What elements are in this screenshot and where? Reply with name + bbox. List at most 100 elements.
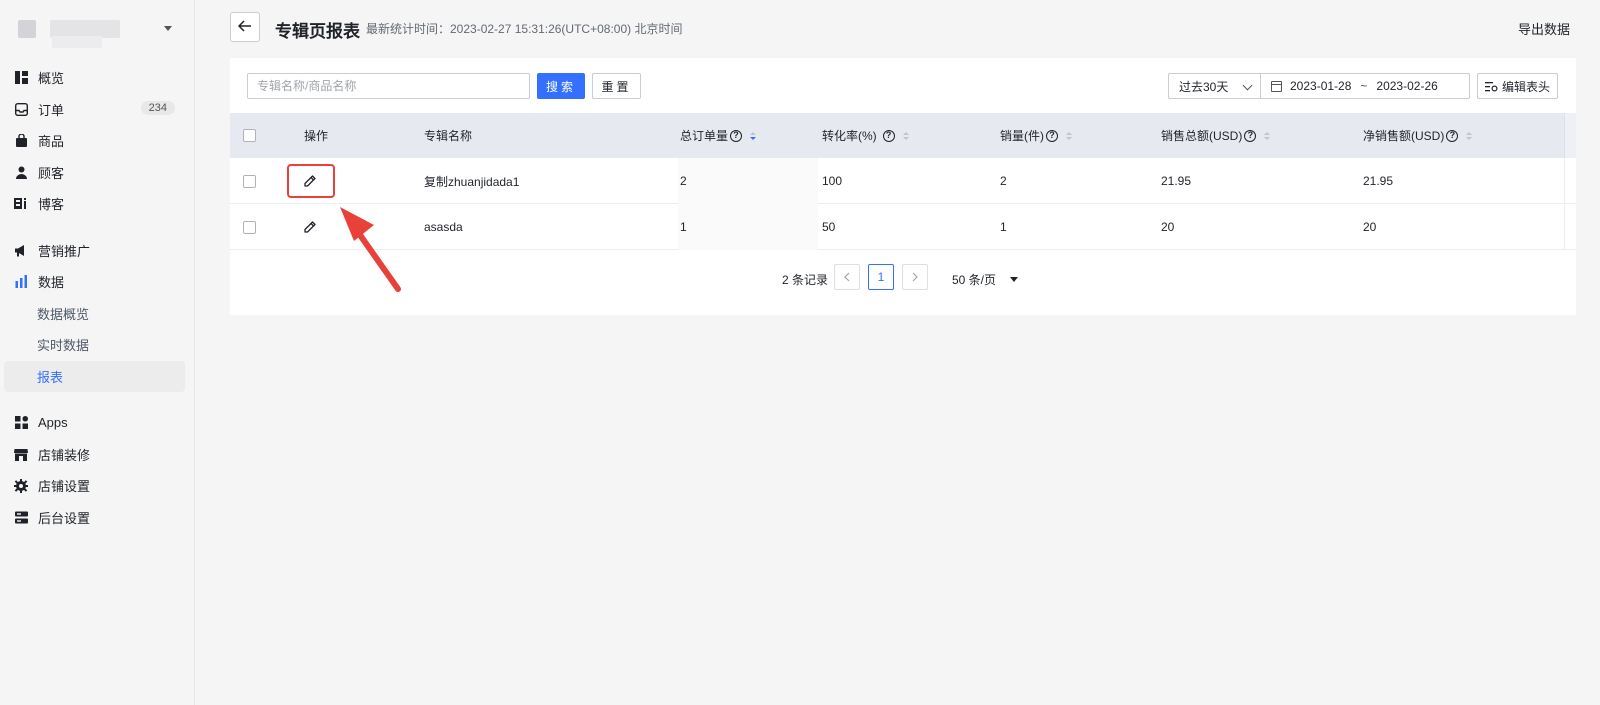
sidebar-item-marketing[interactable]: 营销推广 bbox=[0, 235, 195, 267]
sidebar-item-label: 后台设置 bbox=[38, 510, 91, 526]
gear-icon bbox=[14, 478, 28, 493]
sidebar-item-store-settings[interactable]: 店铺设置 bbox=[0, 470, 195, 502]
date-range-preset-select[interactable]: 过去30天 bbox=[1168, 73, 1260, 99]
column-header-label: 销售总额(USD) bbox=[1161, 129, 1243, 143]
sidebar-item-label: 顾客 bbox=[38, 165, 65, 181]
sorted-column-shade bbox=[678, 204, 818, 250]
sidebar-subitem-reports[interactable]: 报表 bbox=[4, 360, 185, 392]
sort-icon[interactable] bbox=[1264, 131, 1271, 140]
page-button-current[interactable]: 1 bbox=[868, 264, 894, 290]
date-end: 2023-02-26 bbox=[1376, 79, 1438, 93]
overview-icon bbox=[14, 71, 28, 85]
cell-net-sales: 21.95 bbox=[1363, 174, 1394, 188]
date-start: 2023-01-28 bbox=[1290, 79, 1352, 93]
range-preset-label: 过去30天 bbox=[1179, 79, 1229, 94]
sidebar-item-customers[interactable]: 顾客 bbox=[0, 157, 195, 189]
sidebar-nav: 概览 订单 234 商品 顾客 博客 营销推广 数据 数据概览 实时数据 报表 … bbox=[0, 62, 195, 533]
row-gutter bbox=[1564, 204, 1576, 250]
sidebar-item-blog[interactable]: 博客 bbox=[0, 188, 195, 220]
help-icon[interactable]: ? bbox=[1046, 129, 1058, 142]
sidebar-subitem-data-overview[interactable]: 数据概览 bbox=[0, 298, 195, 330]
export-data-button[interactable]: 导出数据 bbox=[1518, 19, 1570, 38]
back-button[interactable] bbox=[230, 12, 260, 42]
cell-net-sales: 20 bbox=[1363, 220, 1377, 234]
row-checkbox[interactable] bbox=[243, 220, 256, 234]
column-settings-icon bbox=[1484, 81, 1498, 92]
apps-icon bbox=[14, 416, 28, 430]
table-row: 复制zhuanjidada1 2 100 2 21.95 21.95 bbox=[230, 158, 1576, 204]
search-input[interactable] bbox=[247, 73, 530, 99]
sort-icon[interactable] bbox=[1466, 131, 1473, 140]
pagination: 2 条记录 1 50 条/页 bbox=[230, 263, 1576, 293]
cell-orders: 2 bbox=[680, 174, 687, 188]
help-icon[interactable]: ? bbox=[882, 129, 895, 142]
sort-icon[interactable] bbox=[750, 131, 757, 140]
bag-icon bbox=[14, 134, 28, 148]
column-header-label: 销量(件) bbox=[1000, 129, 1044, 143]
sidebar-item-admin-settings[interactable]: 后台设置 bbox=[0, 502, 195, 534]
date-separator: ~ bbox=[1360, 79, 1368, 93]
store-switcher[interactable] bbox=[12, 14, 182, 48]
bar-chart-icon bbox=[14, 275, 28, 289]
help-icon[interactable]: ? bbox=[1244, 129, 1257, 142]
sidebar-subitem-realtime-data[interactable]: 实时数据 bbox=[0, 329, 195, 361]
edit-button[interactable] bbox=[304, 204, 316, 250]
reset-button[interactable]: 重置 bbox=[592, 73, 641, 99]
table-header: 操作 专辑名称 总订单量 ? 转化率(%) ? 销量(件) ? 销售总额(USD… bbox=[230, 113, 1576, 158]
sidebar-item-label: 订单 bbox=[38, 102, 65, 118]
edit-header-button[interactable]: 编辑表头 bbox=[1477, 73, 1558, 99]
column-header-net-sales[interactable]: 净销售额(USD) ? bbox=[1363, 113, 1473, 158]
cell-sales: 1 bbox=[1000, 220, 1007, 234]
sidebar-item-orders[interactable]: 订单 234 bbox=[0, 94, 195, 126]
next-page-button[interactable] bbox=[902, 264, 928, 290]
user-icon bbox=[14, 165, 28, 179]
sidebar-item-label: 数据 bbox=[38, 275, 65, 291]
cell-conversion: 100 bbox=[822, 174, 843, 188]
order-count-badge: 234 bbox=[140, 100, 175, 115]
pagination-total: 2 条记录 bbox=[782, 273, 829, 287]
annotation-highlight-box bbox=[287, 164, 335, 198]
calendar-icon bbox=[1271, 80, 1282, 92]
cell-total-sales: 20 bbox=[1161, 220, 1175, 234]
sidebar-item-store-design[interactable]: 店铺装修 bbox=[0, 439, 195, 471]
column-header-action: 操作 bbox=[304, 129, 329, 143]
arrow-left-icon bbox=[237, 19, 252, 35]
help-icon[interactable]: ? bbox=[1446, 129, 1459, 142]
report-card: 搜索 重置 过去30天 2023-01-28 ~ 2023-02-26 编辑表头… bbox=[230, 58, 1576, 315]
store-logo bbox=[18, 20, 36, 38]
sort-icon[interactable] bbox=[902, 131, 909, 140]
sidebar-item-label: 店铺设置 bbox=[38, 479, 91, 495]
nav-gap bbox=[0, 392, 195, 407]
page-title: 专辑页报表 bbox=[275, 22, 360, 41]
page-size-select[interactable]: 50 条/页 bbox=[952, 271, 1019, 288]
sidebar-item-products[interactable]: 商品 bbox=[0, 125, 195, 157]
sidebar-item-data[interactable]: 数据 bbox=[0, 266, 195, 298]
column-header-label: 总订单量 bbox=[680, 129, 729, 143]
sidebar-item-label: 营销推广 bbox=[38, 243, 91, 259]
sidebar-item-overview[interactable]: 概览 bbox=[0, 62, 195, 94]
sidebar-item-label: Apps bbox=[38, 415, 68, 431]
inbox-icon bbox=[14, 102, 28, 116]
cell-orders: 1 bbox=[680, 220, 687, 234]
column-header-total-sales[interactable]: 销售总额(USD) ? bbox=[1161, 113, 1271, 158]
sidebar-item-label: 博客 bbox=[38, 197, 65, 213]
sidebar-item-apps[interactable]: Apps bbox=[0, 407, 195, 439]
table-row: asasda 1 50 1 20 20 bbox=[230, 204, 1576, 250]
row-checkbox-cell bbox=[243, 158, 256, 204]
date-range-picker[interactable]: 2023-01-28 ~ 2023-02-26 bbox=[1260, 73, 1470, 99]
help-icon[interactable]: ? bbox=[730, 129, 743, 142]
row-checkbox[interactable] bbox=[243, 174, 256, 188]
nav-gap bbox=[0, 220, 195, 235]
column-header-conversion[interactable]: 转化率(%) ? bbox=[822, 113, 909, 158]
column-header-sales[interactable]: 销量(件) ? bbox=[1000, 113, 1072, 158]
cell-total-sales: 21.95 bbox=[1161, 174, 1192, 188]
cell-conversion: 50 bbox=[822, 220, 836, 234]
sidebar-item-label: 店铺装修 bbox=[38, 447, 91, 463]
prev-page-button[interactable] bbox=[834, 264, 860, 290]
sort-icon[interactable] bbox=[1066, 131, 1072, 140]
search-button[interactable]: 搜索 bbox=[537, 73, 585, 99]
chevron-right-icon bbox=[912, 272, 918, 282]
select-all-checkbox[interactable] bbox=[243, 129, 256, 142]
cell-name: 复制zhuanjidada1 bbox=[424, 174, 520, 189]
column-header-orders[interactable]: 总订单量 ? bbox=[680, 113, 757, 158]
